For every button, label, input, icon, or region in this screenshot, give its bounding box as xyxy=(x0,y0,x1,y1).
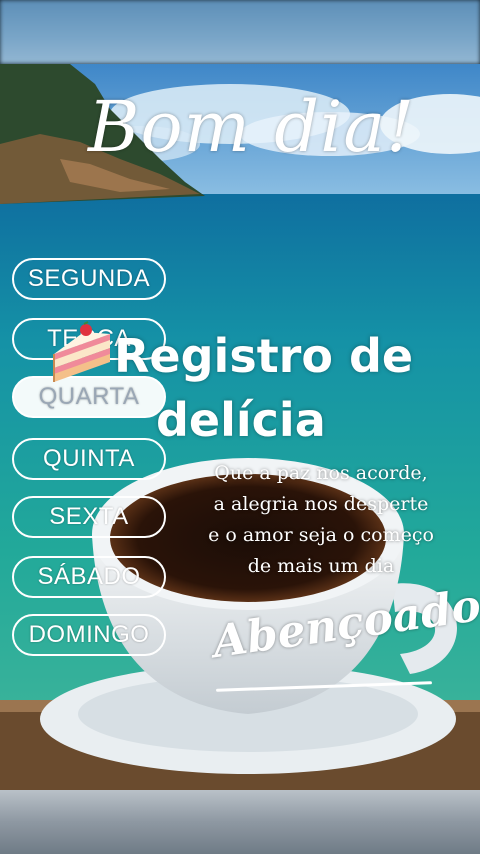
video-frame: Bom dia! SEGUNDA TERÇA QUARTA QUINTA SEX… xyxy=(0,0,480,854)
caption-title: Registro de delícia xyxy=(114,324,454,452)
cake-slice-icon xyxy=(53,321,110,382)
quote-line-4: de mais um dia xyxy=(247,555,395,577)
quote-text: Que a paz nos acorde, a alegria nos desp… xyxy=(186,458,456,582)
good-morning-title: Bom dia! xyxy=(88,86,416,168)
blurred-bottom-border xyxy=(0,790,480,854)
day-monday[interactable]: SEGUNDA xyxy=(12,258,166,300)
quote-line-3: e o amor seja o começo xyxy=(208,524,434,546)
blurred-top-border xyxy=(0,0,480,64)
caption-line-1: Registro de xyxy=(114,329,414,383)
day-friday[interactable]: SEXTA xyxy=(12,496,166,538)
day-sunday[interactable]: DOMINGO xyxy=(12,614,166,656)
quote-line-2: a alegria nos desperte xyxy=(213,493,429,515)
day-saturday[interactable]: SÁBADO xyxy=(12,556,166,598)
caption-line-2: delícia xyxy=(156,393,326,447)
quote-line-1: Que a paz nos acorde, xyxy=(214,462,428,484)
